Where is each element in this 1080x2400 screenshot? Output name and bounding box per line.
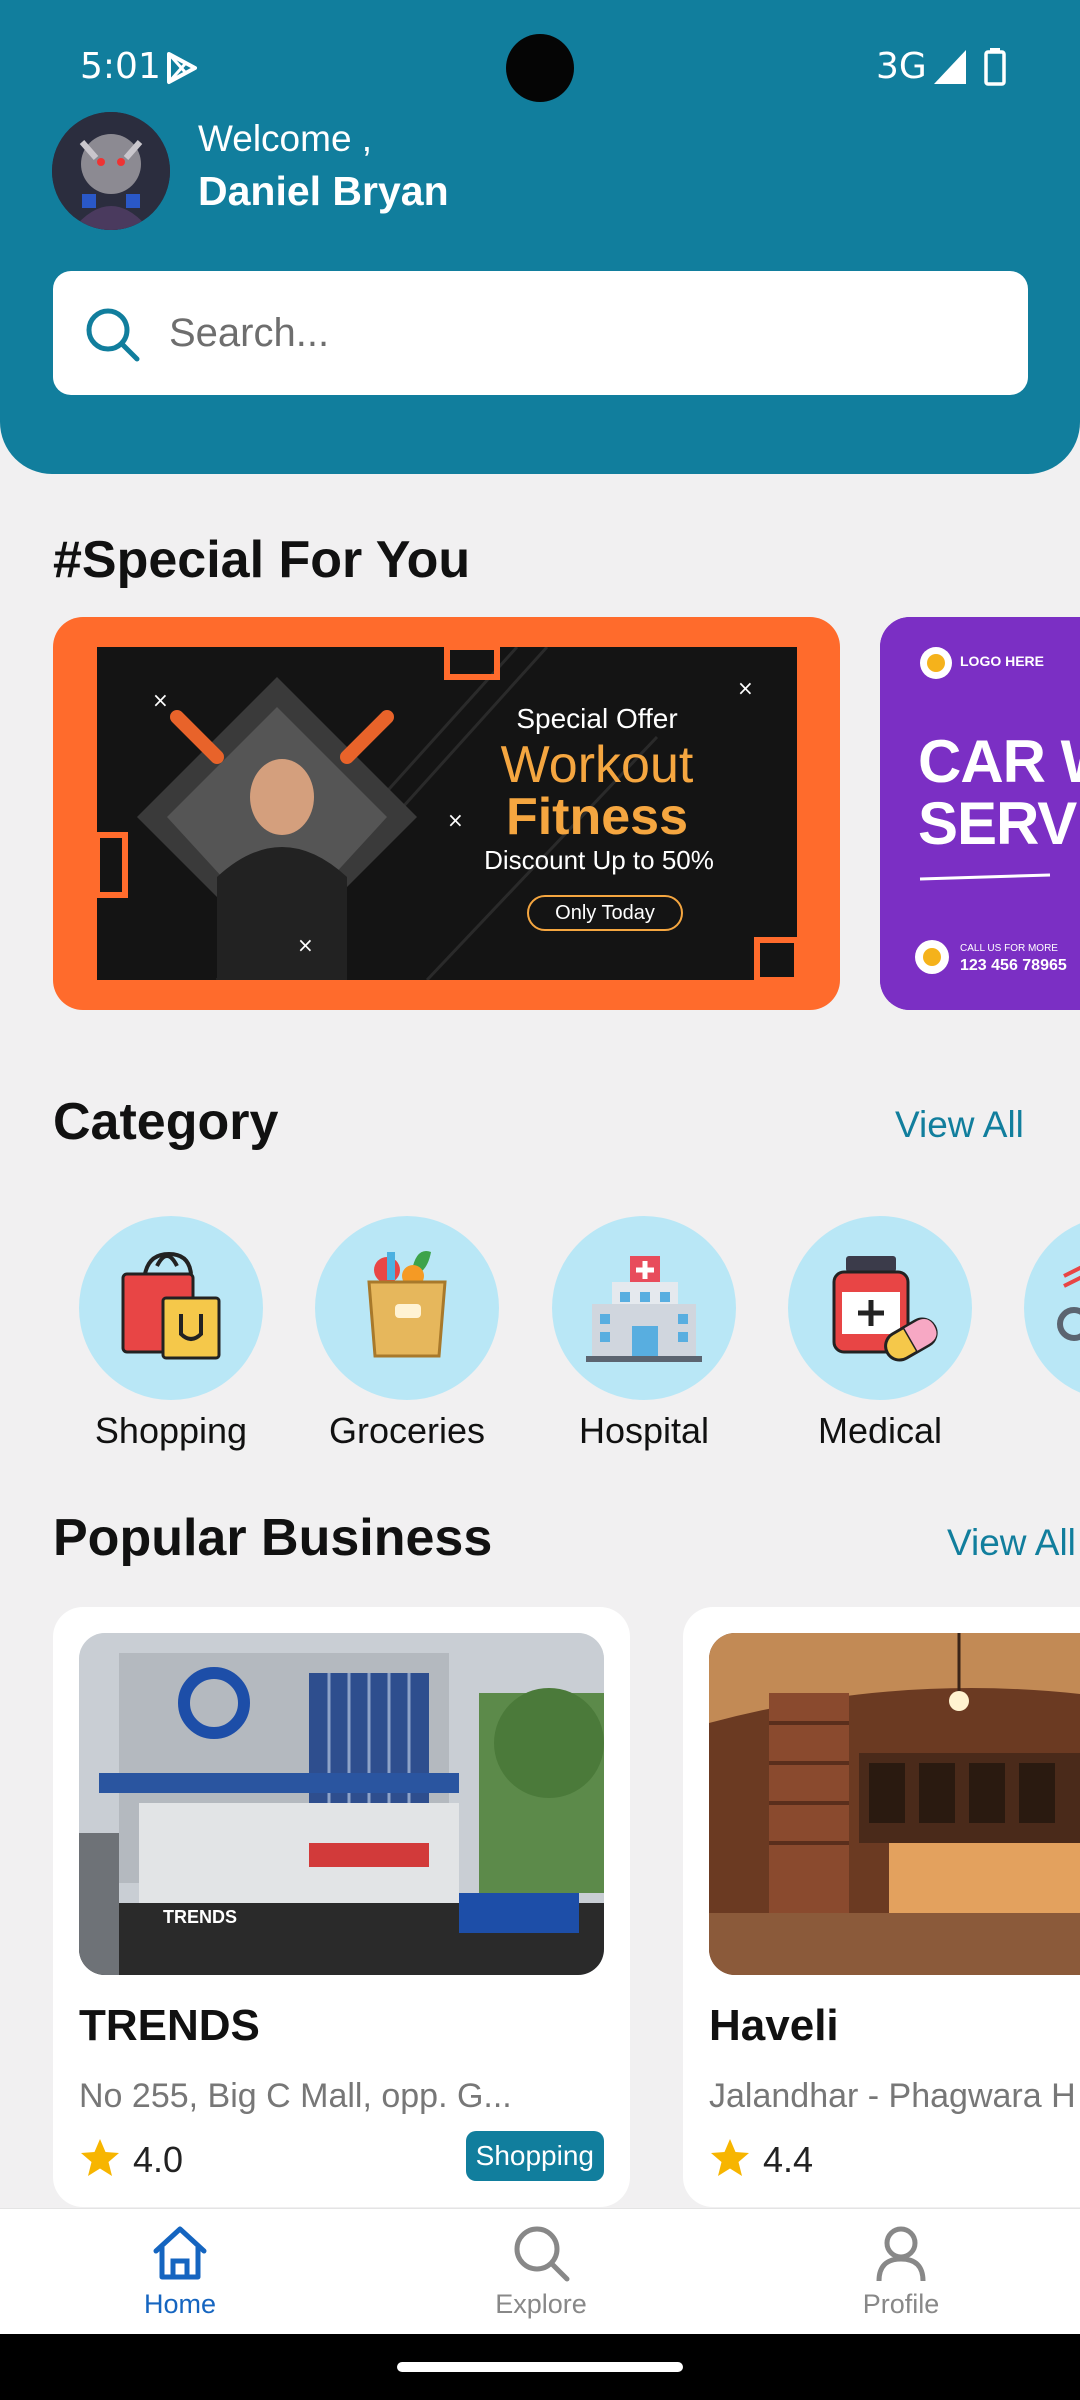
category-item-shopping[interactable]: Shopping xyxy=(79,1216,263,1452)
business-category-badge: Shopping xyxy=(465,2131,604,2181)
star-icon xyxy=(711,2139,749,2176)
nav-home[interactable]: Home xyxy=(80,2209,280,2320)
hospital-icon xyxy=(586,1256,702,1362)
battery-icon xyxy=(984,48,1006,86)
home-gesture-handle[interactable] xyxy=(397,2362,683,2372)
banner-inner: × × × × Special Offer Workout Fitness Di… xyxy=(97,647,797,980)
banner-car-wash-line2: SERVIC xyxy=(918,790,1080,857)
banner-workout-fitness[interactable]: × × × × Special Offer Workout Fitness Di… xyxy=(53,617,840,1010)
profile-icon xyxy=(876,2226,926,2282)
category-item-hospital[interactable]: Hospital xyxy=(552,1216,736,1452)
banner-text-workout: Workout xyxy=(500,736,694,794)
business-card-trends[interactable]: TRENDS TRENDS No 255, Big C Mall, opp. G… xyxy=(53,1607,630,2207)
business-name: TRENDS xyxy=(79,2001,260,2050)
category-label: Shopping xyxy=(94,1410,248,1451)
category-view-all-link[interactable]: View All xyxy=(895,1104,1024,1146)
category-circle xyxy=(1024,1216,1080,1400)
business-rating: 4.4 xyxy=(763,2139,814,2180)
business-card-haveli[interactable]: Haveli Jalandhar - Phagwara H 4.4 xyxy=(683,1607,1080,2207)
banner-only-today-button[interactable]: Only Today xyxy=(527,895,683,931)
special-title: #Special For You xyxy=(53,531,471,589)
camera-cutout xyxy=(506,34,574,102)
banner-text-discount: Discount Up to 50% xyxy=(484,845,714,875)
category-circle xyxy=(788,1216,972,1400)
category-item-partial[interactable]: S xyxy=(1024,1216,1080,1452)
star-icon xyxy=(81,2139,119,2176)
welcome-text: Welcome , xyxy=(198,118,373,159)
category-item-groceries[interactable]: Groceries xyxy=(315,1216,499,1452)
category-circle xyxy=(79,1216,263,1400)
banner-text-fitness: Fitness xyxy=(505,788,689,846)
business-photo xyxy=(709,1633,1080,1975)
partial-category-icon xyxy=(1057,1265,1080,1341)
banner-car-wash-line1: CAR WA xyxy=(918,728,1080,795)
business-photo: TRENDS xyxy=(79,1633,604,1975)
popular-title: Popular Business xyxy=(53,1509,493,1567)
nav-label: Explore xyxy=(495,2289,587,2319)
status-time: 5:01 xyxy=(80,46,161,87)
banner-logo-text: LOGO HERE xyxy=(960,653,1045,669)
nav-label: Profile xyxy=(862,2289,940,2319)
nav-label: Home xyxy=(143,2289,217,2319)
category-label: S xyxy=(1024,1410,1080,1452)
category-label: Groceries xyxy=(328,1410,486,1451)
avatar-image xyxy=(52,112,170,230)
trends-mall-photo xyxy=(79,1633,604,1975)
popular-view-all-link[interactable]: View All xyxy=(947,1522,1076,1564)
category-item-medical[interactable]: Medical xyxy=(788,1216,972,1452)
business-address: No 255, Big C Mall, opp. G... xyxy=(79,2077,512,2115)
avatar[interactable] xyxy=(52,112,170,230)
nav-profile[interactable]: Profile xyxy=(801,2209,1001,2320)
shopping-bags-icon xyxy=(121,1251,221,1360)
grocery-bag-icon xyxy=(367,1251,447,1358)
signal-icon xyxy=(934,50,966,84)
category-circle xyxy=(552,1216,736,1400)
app-screen: 5:01 3G Welcome , Daniel Bryan Search...… xyxy=(0,0,1080,2400)
business-address: Jalandhar - Phagwara H xyxy=(709,2077,1076,2115)
medicine-bottle-icon xyxy=(832,1256,938,1362)
banner-phone-text: 123 456 78965 xyxy=(960,957,1067,974)
network-type: 3G xyxy=(876,46,927,87)
category-circle xyxy=(315,1216,499,1400)
svg-text:×: × xyxy=(152,688,169,712)
category-title: Category xyxy=(53,1093,279,1151)
banner-car-wash[interactable]: LOGO HERE CAR WA SERVIC CALL US FOR MORE… xyxy=(880,617,1080,1010)
banner-text-special-offer: Special Offer xyxy=(516,703,678,734)
category-label: Hospital xyxy=(578,1410,710,1451)
search-icon xyxy=(86,308,140,362)
system-navigation-bar xyxy=(0,2334,1080,2400)
home-icon xyxy=(153,2226,207,2280)
haveli-restaurant-photo xyxy=(709,1633,1080,1975)
banner-call-text: CALL US FOR MORE xyxy=(960,943,1058,954)
search-bar[interactable] xyxy=(53,271,1028,395)
svg-text:×: × xyxy=(737,676,754,700)
bottom-nav: Home Explore Profile xyxy=(0,2208,1080,2334)
svg-text:×: × xyxy=(447,808,464,832)
business-name: Haveli xyxy=(709,2001,839,2050)
play-store-icon xyxy=(167,52,197,84)
svg-text:×: × xyxy=(297,933,314,957)
search-input[interactable] xyxy=(169,299,989,367)
user-name: Daniel Bryan xyxy=(198,168,449,214)
trends-store-sign: TRENDS xyxy=(163,1907,238,1927)
category-label: Medical xyxy=(817,1410,943,1451)
search-icon xyxy=(514,2226,570,2282)
business-rating: 4.0 xyxy=(133,2139,184,2180)
nav-explore[interactable]: Explore xyxy=(441,2209,641,2320)
